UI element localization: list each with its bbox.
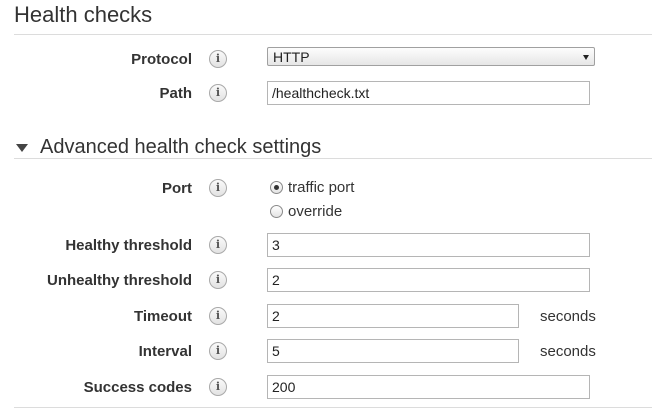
info-icon[interactable]: i (209, 50, 227, 68)
info-icon[interactable]: i (209, 307, 227, 325)
section-divider (14, 158, 652, 159)
protocol-label: Protocol (131, 51, 192, 68)
success-codes-input[interactable] (267, 375, 590, 399)
timeout-input[interactable] (267, 304, 519, 328)
section-divider (14, 407, 652, 408)
timeout-unit: seconds (540, 308, 596, 325)
healthy-threshold-input[interactable] (267, 233, 590, 257)
info-icon[interactable]: i (209, 378, 227, 396)
info-icon[interactable]: i (209, 271, 227, 289)
unhealthy-threshold-input[interactable] (267, 268, 590, 292)
healthy-threshold-label: Healthy threshold (65, 237, 192, 254)
port-option-override[interactable]: override (270, 201, 342, 221)
protocol-select-value: HTTP (273, 49, 310, 65)
timeout-label: Timeout (133, 308, 192, 325)
info-icon[interactable]: i (209, 342, 227, 360)
interval-label: Interval (138, 343, 192, 360)
path-label: Path (159, 85, 192, 102)
interval-unit: seconds (540, 343, 596, 360)
advanced-settings-title: Advanced health check settings (40, 135, 322, 158)
unhealthy-threshold-row: Unhealthy threshold i (0, 268, 652, 294)
timeout-row: Timeout i seconds (0, 304, 652, 330)
protocol-row: Protocol i HTTP (0, 47, 652, 73)
protocol-select[interactable]: HTTP (267, 47, 595, 66)
interval-input[interactable] (267, 339, 519, 363)
health-checks-title: Health checks (14, 2, 153, 27)
info-icon[interactable]: i (209, 179, 227, 197)
path-row: Path i (0, 81, 652, 107)
caret-down-icon (16, 144, 28, 152)
port-label: Port (162, 180, 192, 197)
radio-button-checked[interactable] (270, 180, 283, 194)
section-divider (14, 34, 652, 35)
path-input[interactable] (267, 81, 590, 105)
unhealthy-threshold-label: Unhealthy threshold (46, 272, 192, 289)
override-label: override (288, 202, 343, 220)
healthy-threshold-row: Healthy threshold i (0, 233, 652, 259)
info-icon[interactable]: i (209, 236, 227, 254)
dropdown-arrow-icon (583, 55, 589, 60)
traffic-port-label: traffic port (288, 178, 355, 196)
interval-row: Interval i seconds (0, 339, 652, 365)
info-icon[interactable]: i (209, 84, 227, 102)
success-codes-row: Success codes i (0, 375, 652, 401)
success-codes-label: Success codes (83, 379, 192, 396)
radio-button[interactable] (270, 204, 283, 218)
advanced-settings-toggle[interactable]: Advanced health check settings (16, 134, 321, 160)
port-option-traffic-port[interactable]: traffic port (270, 177, 354, 197)
